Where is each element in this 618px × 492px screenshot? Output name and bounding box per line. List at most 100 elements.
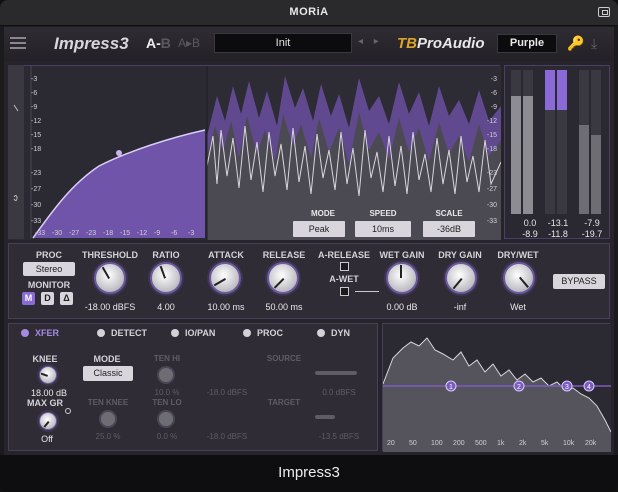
- window-resize-icon[interactable]: [598, 7, 610, 17]
- ten-hi-knob[interactable]: [157, 366, 175, 384]
- xfer-mode-label: MODE: [93, 354, 121, 364]
- proc-label: PROC: [35, 250, 62, 260]
- ten-hi-value: 10.0 %: [154, 388, 180, 397]
- source-a-value: -18.0 dBFS: [206, 388, 248, 397]
- graph-side-strip[interactable]: [8, 65, 24, 239]
- key-icon[interactable]: 🔑: [567, 35, 584, 52]
- ten-hi-label: TEN HI: [153, 354, 181, 363]
- left-scale-tick: -18: [31, 146, 42, 153]
- meter-bar: [511, 96, 521, 214]
- plugin-header: Impress3 A-B A▸B Init ◂ ▸ TBProAudio Pur…: [4, 27, 614, 61]
- right-scale-tick: -18: [486, 146, 497, 153]
- eq-freq-tick: 100: [431, 440, 443, 447]
- plugin-name: Impress3: [54, 34, 129, 53]
- knee-knob[interactable]: [39, 366, 57, 384]
- speed-button[interactable]: 10ms: [355, 221, 411, 237]
- tab-radio-icon: [243, 329, 251, 337]
- threshold-knob[interactable]: [94, 262, 126, 294]
- scale-label: SCALE: [435, 209, 463, 218]
- monitor-d-button[interactable]: D: [41, 292, 54, 305]
- meter-bars: [511, 70, 601, 214]
- menu-icon[interactable]: [10, 37, 26, 49]
- proc-mode-button[interactable]: Stereo: [23, 262, 75, 276]
- target-slider[interactable]: [315, 415, 335, 419]
- arelease-checkbox[interactable]: [340, 262, 349, 271]
- bypass-button[interactable]: BYPASS: [553, 274, 605, 289]
- eq-freq-tick: 200: [453, 440, 465, 447]
- main-controls: PROC Stereo MONITOR M D Δ THRESHOLD -18.…: [8, 243, 610, 319]
- graph-canvas: [9, 66, 502, 240]
- bottom-scale-tick: -18: [103, 230, 114, 237]
- left-scale-tick: -23: [31, 170, 42, 177]
- bottom-scale-tick: -15: [120, 230, 131, 237]
- wet-gain-label: WET GAIN: [379, 250, 425, 260]
- max-gr-knob[interactable]: [39, 412, 57, 430]
- attack-knob[interactable]: [209, 262, 241, 294]
- bottom-scale-tick: -27: [69, 230, 80, 237]
- tab-io-pan[interactable]: IO/PAN: [171, 328, 215, 338]
- tab-radio-icon: [171, 329, 179, 337]
- download-icon[interactable]: ⤓: [591, 35, 597, 52]
- dry-gain-label: DRY GAIN: [438, 250, 482, 260]
- threshold-handle: [116, 150, 122, 156]
- tab-radio-icon: [21, 329, 29, 337]
- awet-link-line: [355, 291, 379, 292]
- theme-selector[interactable]: Purple: [497, 34, 557, 53]
- eq-display[interactable]: 1 2 3 4 20 50 100 200 500 1k 2k 5k 10k 20k: [382, 323, 612, 452]
- scale-button[interactable]: -36dB: [423, 221, 475, 237]
- tab-proc[interactable]: PROC: [243, 328, 283, 338]
- release-label: RELEASE: [262, 250, 306, 260]
- bottom-scale-tick: -33: [35, 230, 46, 237]
- xfer-panel: XFER DETECT IO/PAN PROC DYN KNEE 18.00 d…: [8, 323, 378, 451]
- ten-lo-knob[interactable]: [157, 410, 175, 428]
- tab-radio-icon: [317, 329, 325, 337]
- tab-bar: XFER DETECT IO/PAN PROC DYN: [9, 324, 379, 344]
- xfer-mode-button[interactable]: Classic: [83, 366, 133, 381]
- monitor-delta-button[interactable]: Δ: [60, 292, 73, 305]
- mode-button[interactable]: Peak: [293, 221, 345, 237]
- left-scale-tick: -9: [31, 104, 38, 111]
- dry-gain-knob[interactable]: [445, 262, 477, 294]
- wet-gain-knob[interactable]: [386, 262, 418, 294]
- eq-freq-tick: 10k: [563, 440, 575, 447]
- source-slider[interactable]: [315, 371, 357, 375]
- meter-bar: [545, 70, 555, 110]
- title-bar: MORiA: [0, 0, 618, 26]
- dry-wet-knob[interactable]: [503, 262, 535, 294]
- tab-detect[interactable]: DETECT: [97, 328, 147, 338]
- eq-freq-tick: 5k: [541, 440, 549, 447]
- eq-freq-tick: 20k: [585, 440, 597, 447]
- threshold-value: -18.00 dBFS: [84, 302, 136, 312]
- release-value: 50.00 ms: [265, 302, 303, 312]
- right-scale-tick: -3: [490, 76, 497, 83]
- dry-wet-label: DRY/WET: [497, 250, 539, 260]
- eq-freq-tick: 2k: [519, 440, 527, 447]
- knee-label: KNEE: [32, 354, 58, 364]
- plugin-window: MORiA Impress3 A-B A▸B Init ◂ ▸ TBProAud…: [0, 0, 618, 492]
- tab-xfer[interactable]: XFER: [21, 328, 59, 338]
- left-scale-tick: -6: [31, 90, 38, 97]
- left-scale-tick: -30: [31, 202, 42, 209]
- monitor-m-button[interactable]: M: [22, 292, 35, 305]
- preset-display[interactable]: Init: [214, 33, 352, 53]
- dry-wet-value: Wet: [510, 302, 526, 312]
- output-peak-readout: -7.9: [584, 218, 600, 228]
- ab-copy-button[interactable]: A▸B: [178, 36, 200, 50]
- output-rms-readout: -19.7: [581, 229, 603, 239]
- tab-dyn[interactable]: DYN: [317, 328, 350, 338]
- bottom-scale-tick: -3: [188, 230, 195, 237]
- left-scale-tick: -33: [31, 218, 42, 225]
- left-scale-tick: -15: [31, 132, 42, 139]
- ten-knee-knob[interactable]: [99, 410, 117, 428]
- eq-freq-tick: 20: [387, 440, 395, 447]
- preset-nav-arrows[interactable]: ◂ ▸: [358, 36, 383, 47]
- ratio-knob[interactable]: [150, 262, 182, 294]
- knee-value: 18.00 dB: [30, 388, 68, 398]
- transfer-graph[interactable]: MODE Peak SPEED 10ms SCALE -36dB -3 -6 -9-…: [8, 65, 502, 240]
- level-meters: 0.0 -8.9 -13.1 -11.8 -7.9 -19.7: [504, 65, 610, 239]
- source-label: SOURCE: [266, 354, 302, 363]
- awet-checkbox[interactable]: [340, 287, 349, 296]
- ten-knee-value: 25.0 %: [95, 432, 121, 441]
- release-knob[interactable]: [267, 262, 299, 294]
- ab-switch[interactable]: A-B: [146, 35, 171, 51]
